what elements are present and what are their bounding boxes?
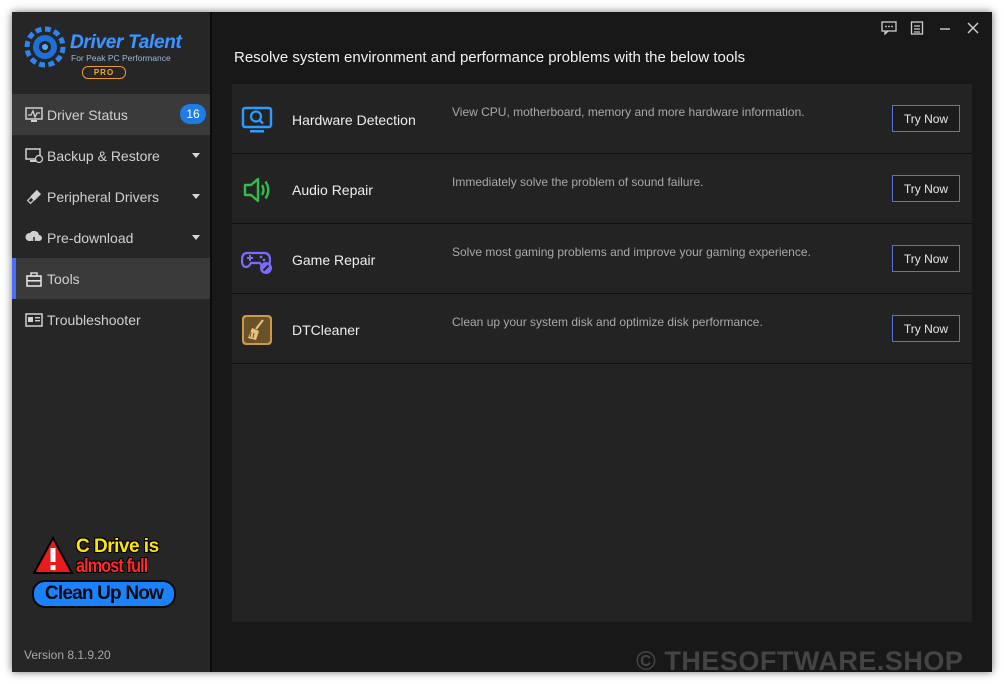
- close-icon[interactable]: [964, 20, 982, 36]
- update-count-badge: 16: [180, 104, 206, 124]
- tool-row-dtcleaner: DTCleaner Clean up your system disk and …: [232, 294, 972, 364]
- promo-line-1: C Drive is: [76, 536, 159, 557]
- sidebar-item-label: Tools: [47, 270, 80, 287]
- try-now-button[interactable]: Try Now: [892, 315, 960, 342]
- gamepad-wrench-icon: [241, 251, 272, 274]
- main-content: Resolve system environment and performan…: [212, 12, 992, 672]
- tool-description: View CPU, motherboard, memory and more h…: [452, 105, 805, 119]
- sidebar-nav: Driver Status 16 Backup & Restore Periph…: [12, 94, 210, 340]
- minimize-icon[interactable]: [936, 20, 954, 36]
- sidebar-item-peripheral-drivers[interactable]: Peripheral Drivers: [12, 176, 210, 217]
- warning-icon: [32, 536, 74, 574]
- tool-row-audio-repair: Audio Repair Immediately solve the probl…: [232, 154, 972, 224]
- watermark: © THESOFTWARE.SHOP: [636, 646, 964, 676]
- tool-description: Immediately solve the problem of sound f…: [452, 175, 704, 189]
- promo-line-2: almost full: [76, 556, 148, 577]
- sidebar-item-pre-download[interactable]: Pre-download: [12, 217, 210, 258]
- chevron-down-icon[interactable]: [192, 194, 200, 199]
- speaker-icon: [243, 177, 270, 203]
- app-window: Driver Talent For Peak PC Performance PR…: [12, 12, 992, 672]
- sidebar: Driver Talent For Peak PC Performance PR…: [12, 12, 212, 672]
- version-label: Version 8.1.9.20: [24, 648, 111, 662]
- sidebar-item-troubleshooter[interactable]: Troubleshooter: [12, 299, 210, 340]
- gear-logo-icon: [24, 26, 66, 68]
- feedback-icon[interactable]: [880, 20, 898, 36]
- brand-name: Driver Talent: [70, 32, 182, 53]
- try-now-button[interactable]: Try Now: [892, 105, 960, 132]
- backup-restore-icon: [25, 147, 43, 165]
- menu-icon[interactable]: [908, 20, 926, 36]
- sidebar-item-label: Driver Status: [47, 106, 128, 123]
- sidebar-item-backup-restore[interactable]: Backup & Restore: [12, 135, 210, 176]
- sidebar-item-label: Peripheral Drivers: [47, 188, 160, 205]
- broom-icon: [242, 315, 272, 345]
- troubleshoot-screen-icon: [25, 311, 43, 329]
- monitor-search-icon: [241, 106, 273, 133]
- download-cloud-icon: [25, 229, 43, 247]
- brand-tagline: For Peak PC Performance: [71, 53, 171, 63]
- sidebar-item-tools[interactable]: Tools: [12, 258, 210, 299]
- tool-name: Game Repair: [292, 252, 376, 268]
- app-logo: Driver Talent For Peak PC Performance PR…: [24, 24, 204, 84]
- edition-badge: PRO: [82, 66, 126, 79]
- toolbox-icon: [25, 270, 43, 288]
- tool-row-game-repair: Game Repair Solve most gaming problems a…: [232, 224, 972, 294]
- tool-name: Hardware Detection: [292, 112, 416, 128]
- usb-plug-icon: [25, 188, 43, 206]
- tool-description: Solve most gaming problems and improve y…: [452, 245, 811, 259]
- try-now-button[interactable]: Try Now: [892, 175, 960, 202]
- sidebar-item-label: Troubleshooter: [47, 311, 141, 328]
- sidebar-item-label: Backup & Restore: [47, 147, 160, 164]
- tools-panel: Hardware Detection View CPU, motherboard…: [232, 84, 972, 622]
- sidebar-item-label: Pre-download: [47, 229, 134, 246]
- chevron-down-icon[interactable]: [192, 235, 200, 240]
- monitor-pulse-icon: [25, 106, 43, 124]
- tool-row-hardware-detection: Hardware Detection View CPU, motherboard…: [232, 84, 972, 154]
- page-title: Resolve system environment and performan…: [234, 49, 746, 66]
- sidebar-item-driver-status[interactable]: Driver Status 16: [12, 94, 210, 135]
- tool-name: Audio Repair: [292, 182, 373, 198]
- clean-drive-promo[interactable]: C Drive is almost full Clean Up Now: [32, 534, 202, 609]
- tool-name: DTCleaner: [292, 322, 360, 338]
- chevron-down-icon[interactable]: [192, 153, 200, 158]
- clean-up-now-button[interactable]: Clean Up Now: [32, 580, 176, 608]
- tool-description: Clean up your system disk and optimize d…: [452, 315, 763, 329]
- try-now-button[interactable]: Try Now: [892, 245, 960, 272]
